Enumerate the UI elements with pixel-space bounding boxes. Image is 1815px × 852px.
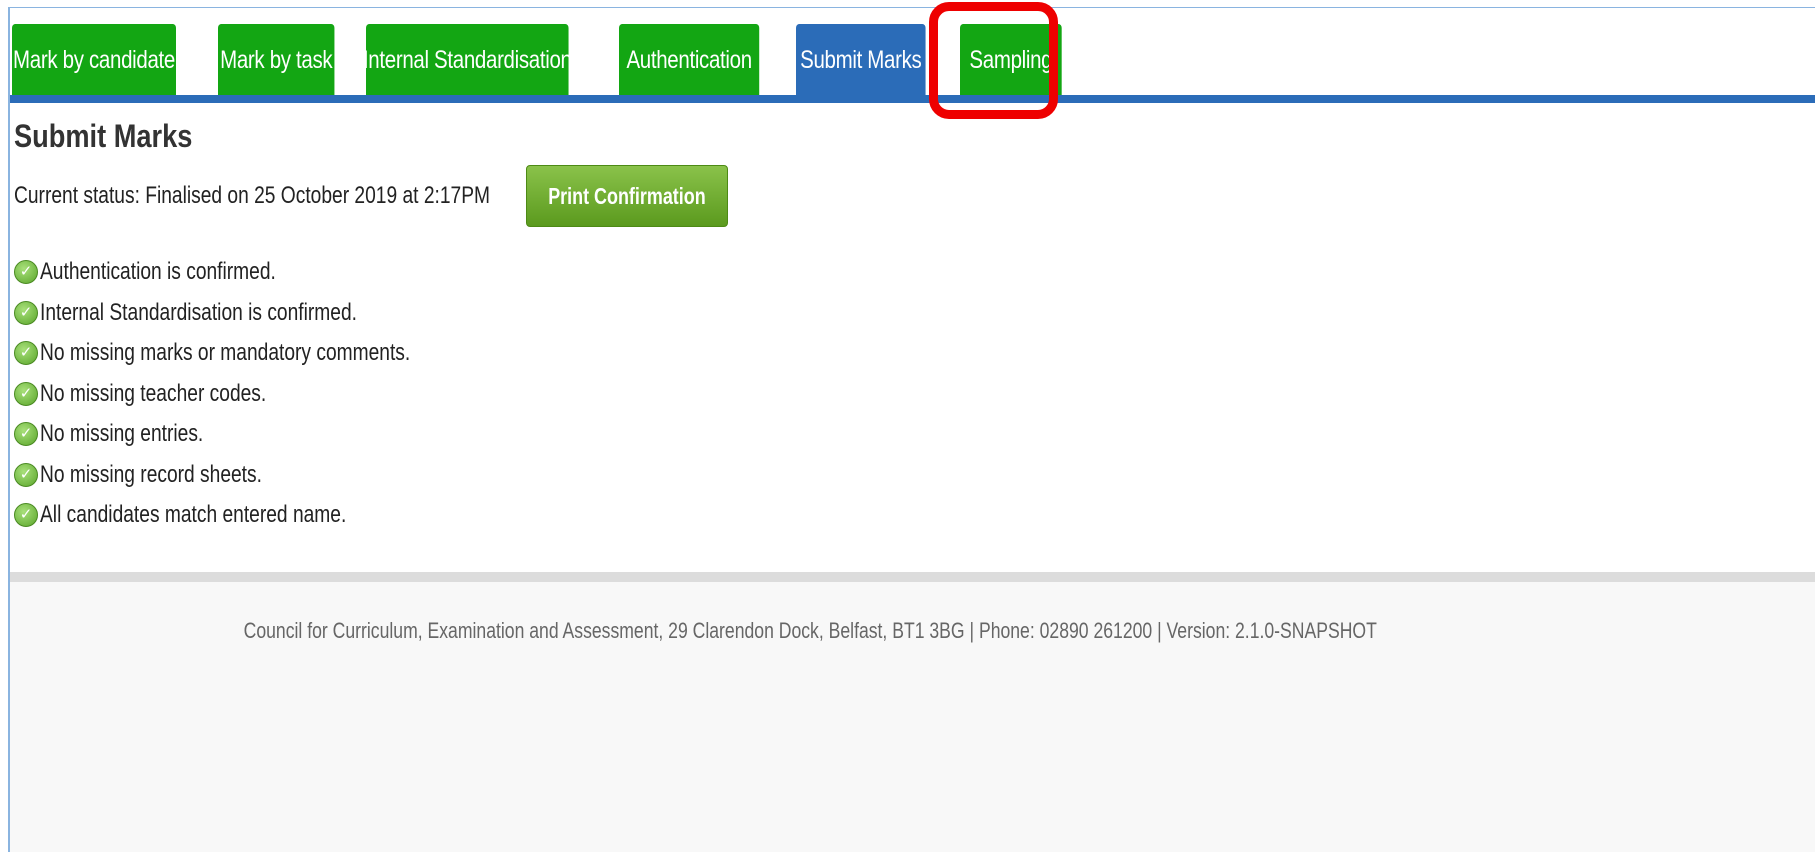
check-circle-icon: ✓ [14, 462, 38, 487]
list-item: ✓ Internal Standardisation is confirmed. [14, 293, 503, 334]
check-text: No missing marks or mandatory comments. [40, 339, 411, 367]
tab-authentication[interactable]: Authentication [619, 24, 760, 96]
tab-mark-by-candidate[interactable]: Mark by candidate [12, 24, 176, 96]
page-title: Submit Marks [14, 118, 193, 154]
check-text: No missing record sheets. [40, 460, 262, 488]
check-circle-icon: ✓ [14, 341, 38, 366]
validation-list: ✓ Authentication is confirmed. ✓ Internal … [14, 252, 503, 536]
list-item: ✓ Authentication is confirmed. [14, 252, 503, 293]
list-item: ✓ All candidates match entered name. [14, 495, 503, 536]
check-circle-icon: ✓ [14, 422, 38, 447]
check-text: No missing teacher codes. [40, 379, 267, 407]
check-text: All candidates match entered name. [40, 501, 347, 529]
list-item: ✓ No missing marks or mandatory comments. [14, 333, 503, 374]
check-text: No missing entries. [40, 420, 204, 448]
footer-text: Council for Curriculum, Examination and … [10, 618, 1610, 644]
list-item: ✓ No missing teacher codes. [14, 374, 503, 415]
tab-mark-by-task[interactable]: Mark by task [218, 24, 335, 96]
check-circle-icon: ✓ [14, 381, 38, 406]
list-item: ✓ No missing record sheets. [14, 455, 503, 496]
status-text: Current status: Finalised on 25 October … [14, 182, 490, 209]
tab-submit-marks[interactable]: Submit Marks [796, 24, 926, 96]
status-row: Current status: Finalised on 25 October … [14, 165, 728, 227]
list-item: ✓ No missing entries. [14, 414, 503, 455]
footer-text-content: Council for Curriculum, Examination and … [243, 618, 1377, 643]
tab-internal-standardisation[interactable]: Internal Standardisation [363, 24, 572, 96]
check-circle-icon: ✓ [14, 503, 38, 528]
print-confirmation-label: Print Confirmation [548, 182, 706, 209]
print-confirmation-button[interactable]: Print Confirmation [526, 165, 728, 227]
footer: Council for Curriculum, Examination and … [10, 572, 1815, 852]
check-text: Authentication is confirmed. [40, 258, 276, 286]
check-circle-icon: ✓ [14, 300, 38, 325]
check-circle-icon: ✓ [14, 260, 38, 285]
check-text: Internal Standardisation is confirmed. [40, 298, 357, 326]
highlight-annotation [929, 2, 1058, 119]
tab-underline [10, 95, 1815, 103]
